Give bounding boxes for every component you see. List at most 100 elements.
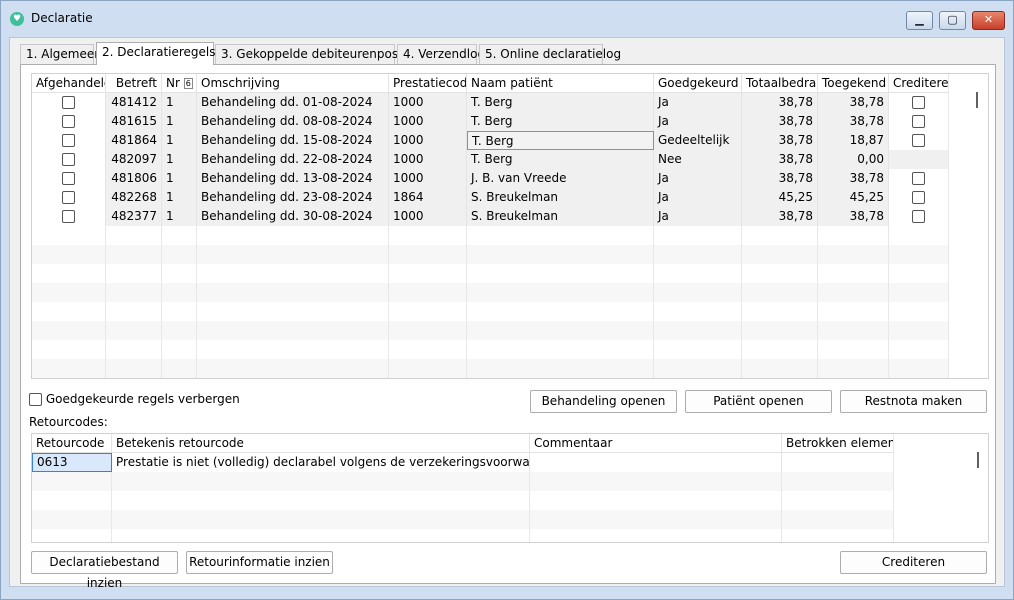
- afgehandeld-checkbox[interactable]: [62, 96, 75, 109]
- retourinformatie-inzien-button[interactable]: Retourinformatie inzien: [186, 551, 333, 574]
- betekenis-cell[interactable]: Prestatie is niet (volledig) declarabel …: [112, 453, 530, 472]
- col-retourcode[interactable]: Retourcode: [32, 434, 112, 453]
- nr-cell[interactable]: 1: [162, 131, 197, 150]
- goedgekeurd-cell[interactable]: Ja: [654, 207, 742, 226]
- afgehandeld-checkbox[interactable]: [62, 210, 75, 223]
- col-betreft[interactable]: Betreft: [106, 74, 162, 93]
- omschrijving-cell[interactable]: Behandeling dd. 15-08-2024: [197, 131, 389, 150]
- toegekend-cell[interactable]: 38,78: [818, 207, 889, 226]
- omschrijving-cell[interactable]: Behandeling dd. 13-08-2024: [197, 169, 389, 188]
- crediteren-checkbox[interactable]: [912, 172, 925, 185]
- prestatiecode-cell[interactable]: 1000: [389, 169, 467, 188]
- totaalbedrag-cell[interactable]: 38,78: [742, 131, 818, 150]
- toegekend-cell[interactable]: 0,00: [818, 150, 889, 169]
- tab-verzendlog[interactable]: 4. Verzendlog: [397, 44, 485, 64]
- hide-approved-option[interactable]: Goedgekeurde regels verbergen: [29, 392, 240, 406]
- prestatiecode-cell[interactable]: 1000: [389, 207, 467, 226]
- behandeling-openen-button[interactable]: Behandeling openen: [530, 390, 677, 413]
- crediteren-button[interactable]: Crediteren: [840, 551, 987, 574]
- afgehandeld-checkbox[interactable]: [62, 115, 75, 128]
- betreft-cell[interactable]: 481412: [106, 93, 162, 112]
- maximize-button[interactable]: ▢: [939, 11, 966, 30]
- table-row[interactable]: 481615 1 Behandeling dd. 08-08-2024 1000 T. …: [32, 112, 949, 131]
- hide-approved-checkbox[interactable]: [29, 393, 42, 406]
- omschrijving-cell[interactable]: Behandeling dd. 08-08-2024: [197, 112, 389, 131]
- crediteren-cell[interactable]: [889, 131, 949, 150]
- prestatiecode-cell[interactable]: 1000: [389, 112, 467, 131]
- betrokken-element-cell[interactable]: [782, 453, 894, 472]
- col-crediteren[interactable]: Crediteren: [889, 74, 949, 93]
- afgehandeld-checkbox[interactable]: [62, 134, 75, 147]
- col-prestatiecode[interactable]: Prestatiecode: [389, 74, 467, 93]
- nr-cell[interactable]: 1: [162, 207, 197, 226]
- nr-cell[interactable]: 1: [162, 112, 197, 131]
- prestatiecode-cell[interactable]: 1000: [389, 150, 467, 169]
- table-row[interactable]: 481806 1 Behandeling dd. 13-08-2024 1000 J. …: [32, 169, 949, 188]
- toegekend-cell[interactable]: 38,78: [818, 112, 889, 131]
- nr-cell[interactable]: 1: [162, 93, 197, 112]
- prestatiecode-cell[interactable]: 1000: [389, 131, 467, 150]
- afgehandeld-cell[interactable]: [32, 131, 106, 150]
- tab-declaratieregels[interactable]: 2. Declaratieregels: [96, 42, 216, 65]
- betreft-cell[interactable]: 482377: [106, 207, 162, 226]
- scrollbar-thumb[interactable]: [976, 92, 978, 108]
- afgehandeld-cell[interactable]: [32, 150, 106, 169]
- col-totaalbedrag[interactable]: Totaalbedrag: [742, 74, 818, 93]
- toegekend-cell[interactable]: 38,78: [818, 93, 889, 112]
- goedgekeurd-cell[interactable]: Ja: [654, 112, 742, 131]
- naam-patient-cell[interactable]: T. Berg: [467, 112, 654, 131]
- col-toegekend[interactable]: Toegekend: [818, 74, 889, 93]
- naam-patient-cell[interactable]: J. B. van Vreede: [467, 169, 654, 188]
- nr-cell[interactable]: 1: [162, 188, 197, 207]
- table-row[interactable]: 481864 1 Behandeling dd. 15-08-2024 1000 T. …: [32, 131, 949, 150]
- afgehandeld-cell[interactable]: [32, 169, 106, 188]
- naam-patient-cell[interactable]: T. Berg: [467, 131, 654, 150]
- crediteren-checkbox[interactable]: [912, 210, 925, 223]
- omschrijving-cell[interactable]: Behandeling dd. 01-08-2024: [197, 93, 389, 112]
- afgehandeld-cell[interactable]: [32, 112, 106, 131]
- crediteren-cell[interactable]: [889, 207, 949, 226]
- minimize-button[interactable]: ▁: [906, 11, 933, 30]
- crediteren-cell[interactable]: [889, 169, 949, 188]
- goedgekeurd-cell[interactable]: Ja: [654, 188, 742, 207]
- betreft-cell[interactable]: 481864: [106, 131, 162, 150]
- table-row[interactable]: 482097 1 Behandeling dd. 22-08-2024 1000 T. …: [32, 150, 949, 169]
- omschrijving-cell[interactable]: Behandeling dd. 22-08-2024: [197, 150, 389, 169]
- declaratieregels-grid[interactable]: Afgehandeld Betreft Nr 6 Omschrijving Pr…: [31, 73, 989, 379]
- prestatiecode-cell[interactable]: 1000: [389, 93, 467, 112]
- betreft-cell[interactable]: 482097: [106, 150, 162, 169]
- omschrijving-cell[interactable]: Behandeling dd. 30-08-2024: [197, 207, 389, 226]
- declaratiebestand-inzien-button[interactable]: Declaratiebestand inzien: [31, 551, 178, 590]
- crediteren-checkbox[interactable]: [912, 115, 925, 128]
- tab-online-declaratielog[interactable]: 5. Online declaratielog: [479, 44, 621, 64]
- afgehandeld-cell[interactable]: [32, 207, 106, 226]
- col-betrokken-element[interactable]: Betrokken element: [782, 434, 894, 453]
- totaalbedrag-cell[interactable]: 38,78: [742, 150, 818, 169]
- goedgekeurd-cell[interactable]: Ja: [654, 169, 742, 188]
- crediteren-checkbox[interactable]: [912, 191, 925, 204]
- tab-gekoppelde-debiteurenposten[interactable]: 3. Gekoppelde debiteurenposten: [215, 44, 418, 64]
- naam-patient-cell[interactable]: S. Breukelman: [467, 188, 654, 207]
- col-goedgekeurd[interactable]: Goedgekeurd: [654, 74, 742, 93]
- totaalbedrag-cell[interactable]: 38,78: [742, 207, 818, 226]
- patient-openen-button[interactable]: Patiënt openen: [685, 390, 832, 413]
- col-betekenis-retourcode[interactable]: Betekenis retourcode: [112, 434, 530, 453]
- goedgekeurd-cell[interactable]: Gedeeltelijk: [654, 131, 742, 150]
- toegekend-cell[interactable]: 45,25: [818, 188, 889, 207]
- retourcode-cell[interactable]: 0613: [32, 453, 112, 472]
- betreft-cell[interactable]: 482268: [106, 188, 162, 207]
- retourcodes-grid[interactable]: Retourcode Betekenis retourcode Commenta…: [31, 433, 989, 543]
- crediteren-checkbox[interactable]: [912, 96, 925, 109]
- afgehandeld-checkbox[interactable]: [62, 172, 75, 185]
- nr-cell[interactable]: 1: [162, 169, 197, 188]
- totaalbedrag-cell[interactable]: 38,78: [742, 169, 818, 188]
- naam-patient-cell[interactable]: T. Berg: [467, 150, 654, 169]
- toegekend-cell[interactable]: 18,87: [818, 131, 889, 150]
- betreft-cell[interactable]: 481806: [106, 169, 162, 188]
- nr-cell[interactable]: 1: [162, 150, 197, 169]
- totaalbedrag-cell[interactable]: 45,25: [742, 188, 818, 207]
- goedgekeurd-cell[interactable]: Ja: [654, 93, 742, 112]
- afgehandeld-checkbox[interactable]: [62, 153, 75, 166]
- prestatiecode-cell[interactable]: 1864: [389, 188, 467, 207]
- col-afgehandeld[interactable]: Afgehandeld: [32, 74, 106, 93]
